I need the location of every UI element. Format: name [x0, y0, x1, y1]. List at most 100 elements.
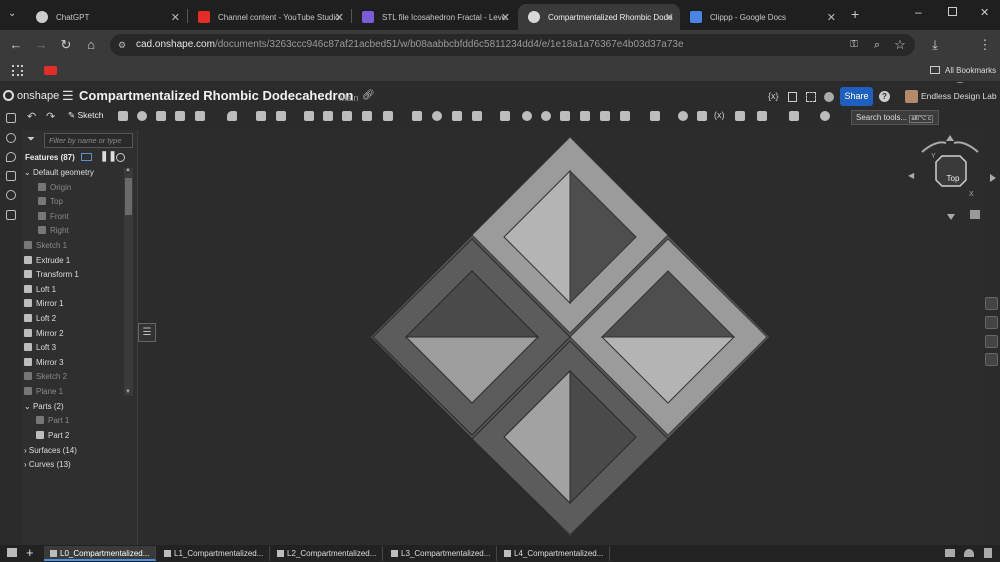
right-panel-variables-icon[interactable]	[985, 353, 998, 366]
hole-icon[interactable]	[342, 111, 352, 121]
left-rotate-arrow-icon[interactable]: ◀	[908, 171, 914, 180]
variable-icon[interactable]: {x}	[768, 91, 779, 101]
feature-row[interactable]: Mirror 2	[24, 327, 124, 341]
feature-row[interactable]: Mirror 3	[24, 356, 124, 370]
forward-arrow-icon[interactable]: →	[33, 37, 49, 53]
feature-row[interactable]: Mirror 1	[24, 297, 124, 311]
pattern-icon[interactable]	[383, 111, 393, 121]
delete-part-icon[interactable]	[472, 111, 482, 121]
branch-label[interactable]: Main	[339, 93, 359, 103]
feature-row[interactable]: Sketch 2	[24, 370, 124, 384]
document-title[interactable]: Compartmentalized Rhombic Dodecahedron	[79, 88, 353, 103]
search-tools-input[interactable]: Search tools... alt/⌥ c	[851, 110, 939, 125]
workspace-avatar[interactable]	[905, 90, 918, 103]
back-arrow-icon[interactable]: ←	[8, 37, 24, 53]
feature-row[interactable]: Loft 2	[24, 312, 124, 326]
configurations-icon[interactable]	[735, 111, 745, 121]
variable-table-icon[interactable]: (x)	[714, 110, 725, 120]
revolve-icon[interactable]	[137, 111, 147, 121]
close-icon[interactable]: ✕	[335, 11, 344, 24]
section-icon[interactable]	[678, 111, 688, 121]
feature-row[interactable]: Loft 1	[24, 283, 124, 297]
thicken-icon[interactable]	[195, 111, 205, 121]
instances-icon[interactable]	[6, 133, 16, 143]
measure-icon[interactable]	[697, 111, 707, 121]
add-tab-plus-icon[interactable]: +	[26, 545, 34, 560]
right-panel-parts-icon[interactable]	[985, 316, 998, 329]
render-icon[interactable]	[757, 111, 767, 121]
close-icon[interactable]: ✕	[665, 11, 674, 24]
list-icon[interactable]	[650, 111, 660, 121]
appearance-panel-icon[interactable]	[6, 171, 16, 181]
folder-add-icon[interactable]	[81, 153, 92, 161]
reload-icon[interactable]: ↻	[58, 37, 74, 53]
feature-row[interactable]: Loft 3	[24, 341, 124, 355]
feature-row[interactable]: Right	[24, 224, 124, 238]
element-tab-l0[interactable]: L0_Compartmentalized...	[44, 546, 156, 561]
browser-tab-youtube[interactable]: Channel content - YouTube Studio ✕	[188, 4, 350, 30]
panel-toggle-icon[interactable]: ☰	[138, 323, 156, 342]
fillet-icon[interactable]	[227, 111, 237, 121]
rollback-clock-icon[interactable]	[116, 153, 125, 162]
comments-icon[interactable]	[6, 152, 16, 162]
display-icon[interactable]	[789, 111, 799, 121]
rib-icon[interactable]	[304, 111, 314, 121]
redo-icon[interactable]: ↷	[46, 110, 55, 123]
link-icon[interactable]: 🔗︎	[362, 90, 375, 101]
draft-icon[interactable]	[276, 111, 286, 121]
mirror-icon[interactable]	[412, 111, 422, 121]
surfaces-group[interactable]: › Surfaces (14)	[24, 444, 124, 458]
feature-row[interactable]: Top	[24, 195, 124, 209]
feature-row[interactable]: Transform 1	[24, 268, 124, 282]
right-panel-appearance-icon[interactable]	[985, 297, 998, 310]
hamburger-menu-icon[interactable]: ☰	[62, 88, 74, 104]
sheet-metal-icon[interactable]	[600, 111, 610, 121]
part-row-part-2[interactable]: Part 2	[24, 429, 124, 443]
browser-tab-chatgpt[interactable]: ChatGPT ✕	[26, 4, 186, 30]
window-close-icon[interactable]: ✕	[980, 6, 989, 19]
bottom-right-icon-3[interactable]	[984, 548, 992, 558]
tab-search-chevron-icon[interactable]: ⌄	[8, 8, 16, 19]
minimize-icon[interactable]: –	[915, 5, 922, 19]
apps-grid-icon[interactable]	[12, 65, 23, 76]
appearance-icon[interactable]	[824, 92, 834, 102]
password-key-icon[interactable]: ⚿	[846, 37, 862, 53]
feature-row[interactable]: ⌄ Default geometry	[24, 166, 124, 180]
notes-icon[interactable]	[788, 92, 797, 102]
history-icon[interactable]	[6, 190, 16, 200]
element-tab-l1[interactable]: L1_Compartmentalized...	[158, 546, 270, 561]
url-input[interactable]: ⚙ cad.onshape.com/documents/3263ccc946c8…	[110, 34, 915, 56]
youtube-bookmark-icon[interactable]	[44, 66, 57, 75]
close-icon[interactable]: ✕	[501, 11, 510, 24]
helix-icon[interactable]	[560, 111, 570, 121]
all-bookmarks[interactable]: All Bookmarks	[930, 66, 996, 75]
browser-tab-docs[interactable]: Clippp - Google Docs ✕	[680, 4, 842, 30]
curves-group[interactable]: › Curves (13)	[24, 458, 124, 472]
sketch-button[interactable]: ✎ Sketch	[68, 110, 103, 121]
help-icon[interactable]: ?	[879, 91, 890, 102]
feature-row[interactable]: Plane 1	[24, 385, 124, 399]
view-cube[interactable]: Top Y X ◀	[908, 134, 996, 224]
bottom-right-icon-1[interactable]	[945, 549, 955, 557]
bom-icon[interactable]	[6, 210, 16, 220]
part-row-part-1[interactable]: Part 1	[24, 414, 124, 428]
feature-row[interactable]: Extrude 1	[24, 254, 124, 268]
undo-icon[interactable]: ↶	[27, 110, 36, 123]
sweep-icon[interactable]	[156, 111, 166, 121]
surface-icon[interactable]	[580, 111, 590, 121]
shell-icon[interactable]	[323, 111, 333, 121]
insert-element-icon[interactable]	[7, 548, 17, 557]
chamfer-icon[interactable]	[256, 111, 266, 121]
transform-icon[interactable]	[452, 111, 462, 121]
mate-connector-icon[interactable]	[541, 111, 551, 121]
modify-icon[interactable]	[500, 111, 510, 121]
home-icon[interactable]: ⌂	[83, 37, 99, 53]
filter-icon[interactable]: ⏷	[27, 134, 35, 145]
split-icon[interactable]	[432, 111, 442, 121]
onshape-logo[interactable]: onshape	[3, 90, 59, 102]
browser-tab-onshape[interactable]: Compartmentalized Rhombic Dodec ✕	[518, 4, 680, 30]
browser-menu-icon[interactable]: ⋮	[977, 37, 993, 53]
plane-icon[interactable]	[522, 111, 532, 121]
zoom-icon[interactable]: ⌕	[869, 37, 885, 53]
extrude-icon[interactable]	[118, 111, 128, 121]
